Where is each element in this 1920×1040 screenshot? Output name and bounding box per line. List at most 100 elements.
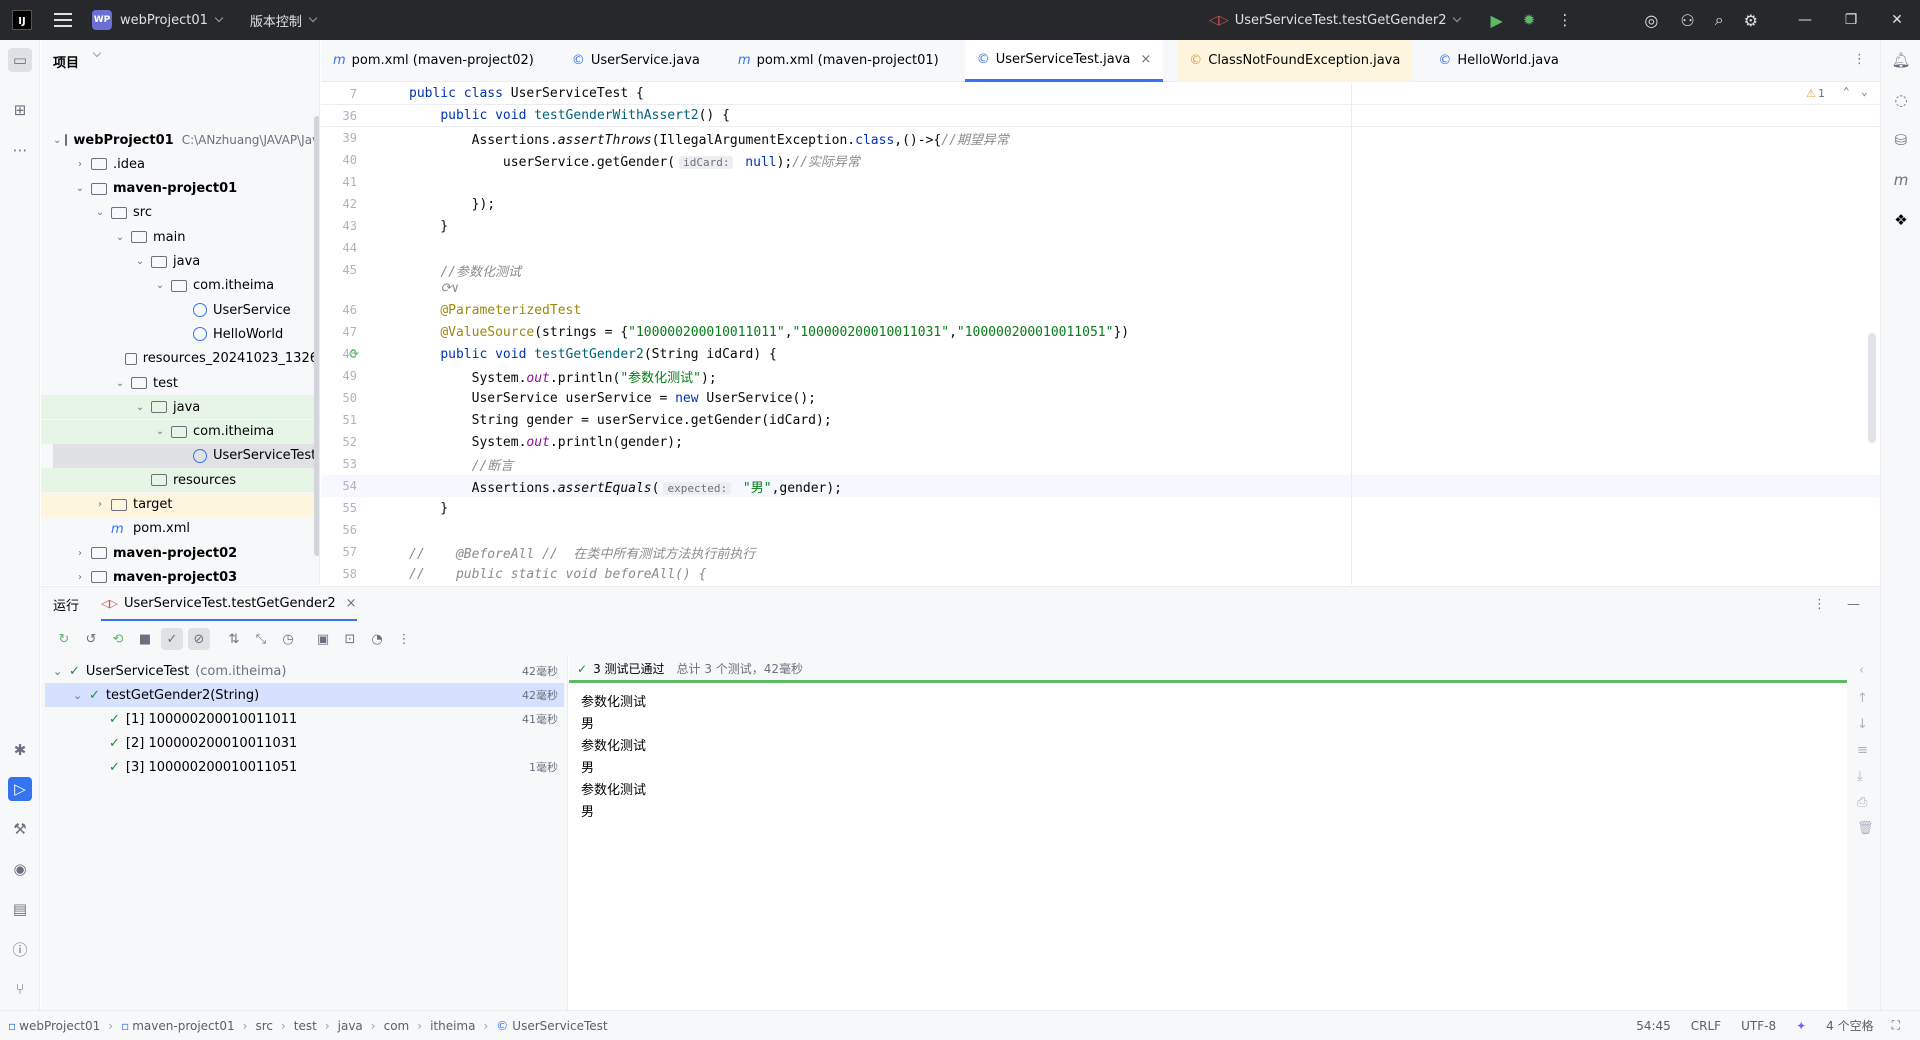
- project-tree-item[interactable]: ⌄ java: [53, 250, 318, 274]
- problems-tool-icon[interactable]: ⓘ: [8, 937, 32, 961]
- add-user-icon[interactable]: ⚇: [1680, 11, 1694, 30]
- code-line[interactable]: 58 // public static void beforeAll() {: [321, 563, 1880, 585]
- breadcrumb-item[interactable]: test: [294, 1019, 317, 1033]
- run-icon[interactable]: ▶: [1490, 11, 1502, 30]
- soft-wrap-icon[interactable]: ≡: [1857, 743, 1868, 758]
- code-line[interactable]: 7 public class UserServiceTest {: [321, 83, 1880, 105]
- project-tree-item[interactable]: ⌄ com.itheima: [53, 274, 318, 298]
- breadcrumb-item[interactable]: itheima: [430, 1019, 475, 1033]
- chevron-down-icon[interactable]: ⌄: [133, 256, 147, 267]
- project-tree-item[interactable]: resources_20241023_1326: [53, 347, 318, 371]
- scroll-down-icon[interactable]: ↓: [1857, 717, 1868, 732]
- project-tree-item[interactable]: UserService: [53, 298, 318, 322]
- code-line[interactable]: 42 });: [321, 193, 1880, 215]
- project-tree-item[interactable]: m pom.xml: [53, 517, 318, 541]
- tab-0[interactable]: m pom.xml (maven-project02): [321, 40, 546, 82]
- code-line[interactable]: 47 @ValueSource(strings = {"100000200010…: [321, 321, 1880, 343]
- ai-assistant-icon[interactable]: ◎: [1644, 11, 1658, 30]
- code-line[interactable]: 55 }: [321, 497, 1880, 519]
- structure-tool-icon[interactable]: ⊞: [8, 98, 32, 122]
- project-tree-item[interactable]: ⌄ main: [53, 225, 318, 249]
- history-icon[interactable]: ◷: [277, 628, 299, 650]
- scroll-to-end-icon[interactable]: ⤓: [1857, 769, 1863, 784]
- project-badge[interactable]: WP: [92, 10, 112, 30]
- breadcrumb-item[interactable]: maven-project01: [132, 1019, 234, 1033]
- code-line[interactable]: 44: [321, 237, 1880, 259]
- print-icon[interactable]: ⎙: [1857, 795, 1867, 810]
- code-line[interactable]: 54 Assertions.assertEquals(expected: "男"…: [321, 475, 1880, 497]
- tab-4[interactable]: © ClassNotFoundException.java: [1177, 39, 1413, 82]
- project-tree-item[interactable]: ⌄ com.itheima: [41, 419, 318, 444]
- tab-1[interactable]: © UserService.java: [560, 40, 712, 82]
- plugin-icon[interactable]: ❖: [1889, 208, 1913, 232]
- project-tree-item[interactable]: ⌄ webProject01 C:\ANzhuang\JAVAP\Jav: [53, 128, 319, 152]
- code-line[interactable]: ⟳∨: [321, 281, 1880, 296]
- run-options-icon[interactable]: ⋮: [1813, 597, 1826, 612]
- indent-setting[interactable]: 4 个空格: [1826, 1017, 1873, 1034]
- chevron-right-icon[interactable]: ›: [73, 572, 87, 583]
- toggle-auto-test-icon[interactable]: ⟲: [107, 628, 129, 650]
- test-tree-row[interactable]: ⌄ ✓ testGetGender2(String) 42毫秒: [45, 683, 564, 707]
- code-line[interactable]: 48 public void testGetGender2(String idC…: [321, 343, 1880, 365]
- tab-2[interactable]: m pom.xml (maven-project01): [726, 40, 951, 82]
- export-icon[interactable]: ▣: [312, 628, 334, 650]
- chevron-down-icon[interactable]: ⌄: [153, 280, 167, 291]
- code-line[interactable]: 43 }: [321, 215, 1880, 237]
- project-tree-item[interactable]: UserServiceTest: [53, 443, 318, 468]
- code-line[interactable]: 50 UserService userService = new UserSer…: [321, 387, 1880, 409]
- search-icon[interactable]: ⌕: [1715, 10, 1724, 30]
- terminal-tool-icon[interactable]: ▤: [8, 897, 32, 921]
- project-panel-title[interactable]: 项目: [53, 52, 79, 71]
- scroll-up-icon[interactable]: ↑: [1857, 691, 1868, 706]
- console-output[interactable]: ✓ 3 测试已通过 总计 3 个测试，42毫秒 参数化测试男参数化测试男参数化测…: [569, 657, 1847, 1011]
- code-line[interactable]: 36 public void testGenderWithAssert2() {: [321, 105, 1880, 127]
- next-highlight-icon[interactable]: ⌄: [1861, 85, 1868, 98]
- code-line[interactable]: 52 System.out.println(gender);: [321, 431, 1880, 453]
- close-tab-icon[interactable]: ×: [1140, 52, 1151, 67]
- tabs-more-icon[interactable]: ⋮: [1853, 52, 1866, 67]
- prev-highlight-icon[interactable]: ⌃: [1843, 85, 1850, 98]
- code-line[interactable]: 45 //参数化测试: [321, 259, 1880, 281]
- project-tree-item[interactable]: › .idea: [53, 152, 318, 176]
- chevron-down-icon[interactable]: ⌄: [73, 183, 87, 194]
- caret-position[interactable]: 54:45: [1636, 1019, 1671, 1033]
- code-editor[interactable]: 7 public class UserServiceTest {36 public…: [321, 83, 1880, 585]
- project-tree-item[interactable]: HelloWorld: [53, 322, 318, 346]
- ai-chat-icon[interactable]: ◌: [1889, 88, 1913, 112]
- import-icon[interactable]: ⊡: [339, 628, 361, 650]
- scrollbar[interactable]: [314, 116, 319, 556]
- code-line[interactable]: 46 @ParameterizedTest: [321, 299, 1880, 321]
- project-tree-item[interactable]: › maven-project03: [53, 565, 318, 585]
- chevron-down-icon[interactable]: ⌄: [133, 402, 147, 413]
- rerun-failed-icon[interactable]: ↺: [80, 628, 102, 650]
- chevron-down-icon[interactable]: [92, 48, 102, 58]
- code-line[interactable]: 57 // @BeforeAll // 在类中所有测试方法执行前执行: [321, 541, 1880, 563]
- coverage-icon[interactable]: ◔: [366, 628, 388, 650]
- chevron-right-icon[interactable]: ›: [93, 499, 107, 510]
- settings-gear-icon[interactable]: ⚙: [1744, 11, 1758, 30]
- project-tree-item[interactable]: › target: [41, 492, 318, 517]
- test-tree-row[interactable]: ⌄ ✓ UserServiceTest (com.itheima) 42毫秒: [45, 659, 564, 683]
- chevron-down-icon[interactable]: ⌄: [73, 689, 89, 702]
- more-options-icon[interactable]: ⋮: [393, 628, 415, 650]
- show-passed-icon[interactable]: ✓: [161, 628, 183, 650]
- project-tree-item[interactable]: ⌄ test: [53, 371, 318, 395]
- breadcrumb-item[interactable]: webProject01: [19, 1019, 100, 1033]
- stop-icon[interactable]: ■: [134, 628, 156, 650]
- ai-status-icon[interactable]: ✦: [1796, 1019, 1806, 1033]
- project-tree-item[interactable]: ⌄ src: [53, 201, 318, 225]
- run-tab-title[interactable]: 运行: [53, 595, 79, 614]
- chevron-down-icon[interactable]: ⌄: [113, 378, 127, 389]
- line-separator[interactable]: CRLF: [1691, 1019, 1721, 1033]
- test-tree-row[interactable]: ✓ [2] 100000200010011031: [45, 731, 564, 755]
- vcs-dropdown[interactable]: 版本控制: [250, 11, 302, 30]
- hide-panel-icon[interactable]: —: [1847, 597, 1860, 612]
- chevron-down-icon[interactable]: [214, 13, 224, 23]
- git-tool-icon[interactable]: ⑂: [8, 977, 32, 1001]
- run-gutter-icon[interactable]: ⟳: [349, 347, 359, 361]
- test-tree-row[interactable]: ✓ [3] 100000200010011051 1毫秒: [45, 755, 564, 779]
- chevron-down-icon[interactable]: [308, 13, 318, 23]
- more-icon[interactable]: ⋮: [1557, 11, 1572, 29]
- collapse-left-icon[interactable]: ‹: [1859, 663, 1864, 678]
- close-window-button[interactable]: ✕: [1874, 0, 1920, 40]
